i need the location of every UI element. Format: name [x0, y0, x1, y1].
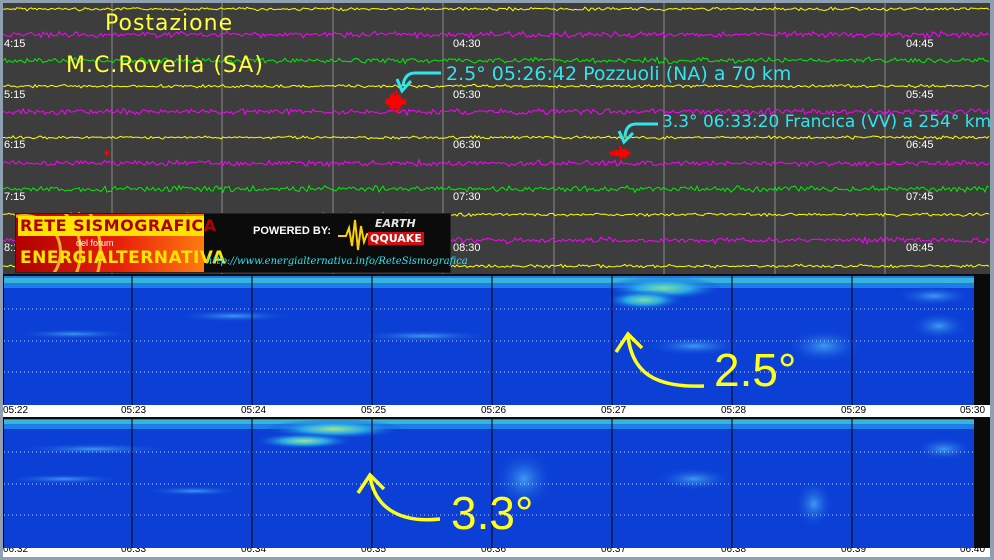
axis-tick-label: 06:40	[960, 548, 986, 555]
time-axis-2: 06:32 06:33 06:34 06:35 06:36 06:37 06:3…	[3, 548, 990, 557]
row-mid-time: 07:30	[453, 191, 481, 203]
banner-brand: ENERGIALTERNATIVA	[20, 248, 226, 268]
axis-tick-label: 05:29	[841, 405, 867, 416]
axis-tick-label: 06:36	[481, 548, 507, 555]
axis-tick-label: 05:28	[721, 405, 747, 416]
row-end-time: 07:45	[906, 191, 934, 203]
banner-title: RETE SISMOGRAFICA	[20, 216, 217, 235]
powered-by-label: POWERED BY:	[253, 225, 332, 237]
row-end-time: 04:45	[906, 38, 934, 50]
axis-tick-label: 06:38	[721, 548, 747, 555]
earthquake-logo-bottom: QQUAKE	[368, 232, 424, 245]
axis-tick-label: 06:32	[3, 548, 29, 555]
axis-tick-label: 06:33	[121, 548, 147, 555]
row-end-time: 08:45	[906, 242, 934, 254]
helicorder-panel: 4:15 5:15 6:15 7:15 8:15 04:30 05:30 06:…	[3, 3, 990, 274]
axis-tick-label: 05:22	[3, 405, 29, 416]
event-burst	[609, 146, 631, 161]
row-start-time: 7:15	[4, 191, 26, 203]
sponsor-banner: RETE SISMOGRAFICA del forum ENERGIALTERN…	[15, 213, 468, 273]
axis-tick-label: 05:25	[361, 405, 387, 416]
row-mid-time: 05:30	[453, 89, 481, 101]
seismic-trace	[3, 158, 990, 168]
axis-tick-label: 06:35	[361, 548, 387, 555]
row-end-time: 05:45	[906, 89, 934, 101]
spectrogram-panel-1: 2.5°	[4, 276, 974, 405]
magnitude-label-3-3: 3.3°	[451, 487, 534, 539]
row-end-time: 06:45	[906, 139, 934, 151]
station-title: Postazione	[105, 11, 234, 36]
axis-tick-label: 06:37	[601, 548, 627, 555]
row-mid-time: 08:30	[453, 242, 481, 254]
row-mid-time: 06:30	[453, 139, 481, 151]
banner-url[interactable]: http://www.energialternativa.info/ReteSi…	[206, 256, 468, 268]
seismic-trace	[3, 184, 990, 194]
magnitude-label-2-5: 2.5°	[714, 344, 797, 396]
spectrogram-image-1	[4, 276, 974, 405]
axis-tick-label: 05:24	[241, 405, 267, 416]
axis-tick-label: 05:27	[601, 405, 627, 416]
event-annotation-pozzuoli: 2.5° 05:26:42 Pozzuoli (NA) a 70 km	[446, 63, 792, 85]
axis-tick-label: 06:39	[841, 548, 867, 555]
axis-tick-label: 05:26	[481, 405, 507, 416]
banner-forum: del forum	[76, 238, 114, 248]
axis-tick-label: 05:23	[121, 405, 147, 416]
seismic-trace	[3, 134, 990, 140]
time-axis-1: 05:22 05:23 05:24 05:25 05:26 05:27 05:2…	[3, 405, 990, 417]
event-burst	[104, 150, 109, 156]
row-start-time: 4:15	[4, 38, 26, 50]
spectrogram-panel-2: 3.3°	[4, 419, 974, 548]
axis-tick-label: 06:34	[241, 548, 267, 555]
station-name: M.C.Rovella (SA)	[66, 53, 264, 78]
row-start-time: 5:15	[4, 89, 26, 101]
earthquake-logo-top: EARTH	[375, 217, 416, 230]
row-start-time: 6:15	[4, 139, 26, 151]
event-annotation-francica: 3.3° 06:33:20 Francica (VV) a 254° km	[662, 112, 990, 132]
row-mid-time: 04:30	[453, 38, 481, 50]
axis-tick-label: 05:30	[960, 405, 986, 416]
